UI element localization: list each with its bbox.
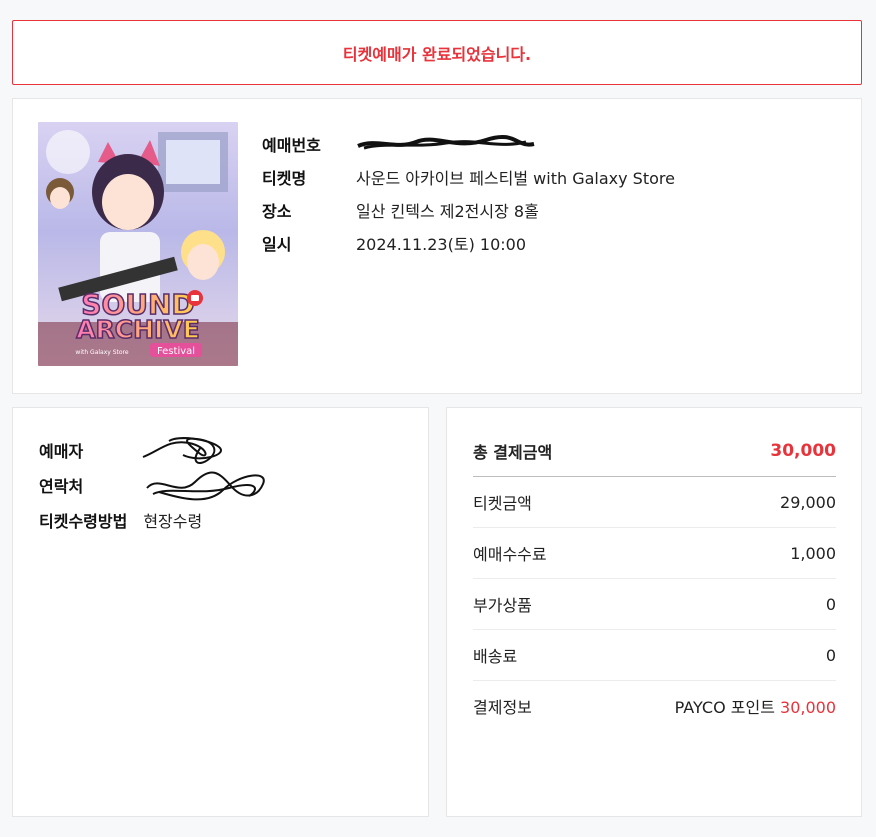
event-poster-image: SOUND ARCHIVE Festival with Galaxy Store — [38, 122, 238, 366]
ticket-price-amount: 29,000 — [780, 492, 836, 512]
addon-label: 부가상품 — [473, 596, 532, 615]
buyer-contact-row: 연락처 — [39, 467, 269, 502]
booking-fee-label: 예매수수료 — [473, 545, 547, 564]
completion-message: 티켓예매가 완료되었습니다. — [342, 44, 532, 64]
addon-row: 부가상품 0 — [473, 579, 836, 630]
payment-method-label: 결제정보 — [473, 698, 532, 717]
datetime-label: 일시 — [262, 234, 292, 254]
payment-method-name: PAYCO 포인트 — [674, 698, 775, 717]
shipping-amount: 0 — [825, 645, 836, 665]
buyer-name-label: 예매자 — [39, 441, 84, 461]
buyer-details: 예매자 연락처 티켓수령방법 현장수령 — [39, 432, 269, 537]
delivery-method-label: 티켓수령방법 — [39, 511, 128, 531]
total-payment-label: 총 결제금액 — [473, 443, 553, 462]
buyer-info-card: 예매자 연락처 티켓수령방법 현장수령 — [12, 407, 429, 817]
buyer-name-redacted — [139, 433, 249, 467]
ticket-price-row: 티켓금액 29,000 — [473, 477, 836, 528]
shipping-row: 배송료 0 — [473, 630, 836, 681]
total-payment-amount: 30,000 — [770, 441, 836, 461]
buyer-name-row: 예매자 — [39, 432, 269, 467]
ticket-details: 예매번호 티켓명 사운드 아카이브 페스티벌 with Galaxy Store… — [262, 127, 675, 259]
poster-sponsor: with Galaxy Store — [75, 349, 128, 356]
booking-fee-row: 예매수수료 1,000 — [473, 528, 836, 579]
datetime-row: 일시 2024.11.23(토) 10:00 — [262, 226, 675, 259]
poster-tagline: Festival — [157, 346, 195, 357]
payment-summary-card: 총 결제금액 30,000 티켓금액 29,000 예매수수료 1,000 부가… — [446, 407, 862, 817]
booking-fee-amount: 1,000 — [790, 543, 836, 563]
payment-method-value: PAYCO 포인트 30,000 — [675, 694, 836, 718]
delivery-method-value: 현장수령 — [143, 511, 203, 531]
shipping-label: 배송료 — [473, 647, 518, 666]
venue-row: 장소 일산 킨텍스 제2전시장 8홀 — [262, 193, 675, 226]
ticket-name-value: 사운드 아카이브 페스티벌 with Galaxy Store — [356, 168, 675, 188]
reservation-number-label: 예매번호 — [262, 135, 321, 155]
total-payment-row: 총 결제금액 30,000 — [473, 426, 836, 477]
ticket-info-card: SOUND ARCHIVE Festival with Galaxy Store… — [12, 98, 862, 394]
venue-value: 일산 킨텍스 제2전시장 8홀 — [356, 201, 539, 221]
reservation-number-row: 예매번호 — [262, 127, 675, 160]
ticket-name-label: 티켓명 — [262, 168, 307, 188]
buyer-contact-redacted — [139, 468, 269, 502]
payment-method-amount: 30,000 — [780, 698, 836, 717]
ticket-price-label: 티켓금액 — [473, 494, 532, 513]
reservation-number-redacted — [356, 133, 536, 154]
completion-banner: 티켓예매가 완료되었습니다. — [12, 20, 862, 85]
addon-amount: 0 — [825, 594, 836, 614]
payment-list: 총 결제금액 30,000 티켓금액 29,000 예매수수료 1,000 부가… — [473, 426, 836, 731]
datetime-value: 2024.11.23(토) 10:00 — [356, 234, 527, 254]
poster-title-line2: ARCHIVE — [76, 315, 200, 344]
payment-method-row: 결제정보 PAYCO 포인트 30,000 — [473, 681, 836, 731]
venue-label: 장소 — [262, 201, 292, 221]
delivery-method-row: 티켓수령방법 현장수령 — [39, 502, 269, 537]
buyer-contact-label: 연락처 — [39, 476, 84, 496]
ticket-name-row: 티켓명 사운드 아카이브 페스티벌 with Galaxy Store — [262, 160, 675, 193]
